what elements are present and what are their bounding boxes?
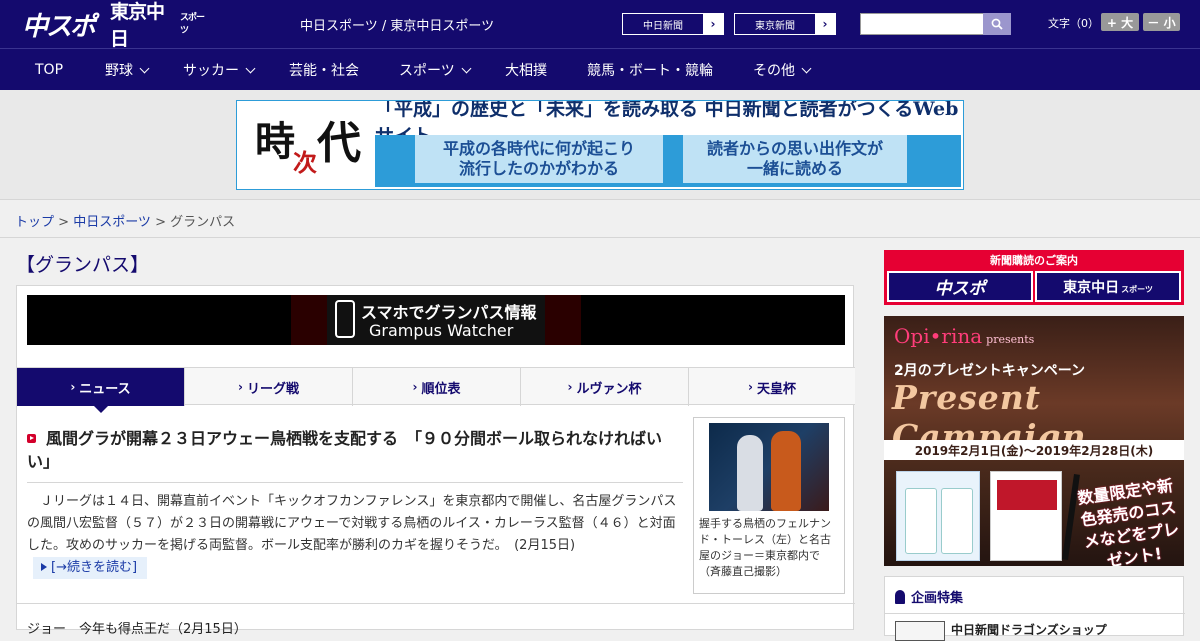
- chevron-right-icon: ›: [748, 380, 753, 394]
- banner-box-history: 平成の各時代に何が起こり 流行したのかがわかる: [415, 135, 663, 183]
- feature-title: 企画特集: [895, 587, 963, 606]
- pin-icon: [895, 589, 905, 604]
- jidai-logo: 時 次 代: [237, 101, 375, 189]
- play-icon: [41, 563, 47, 571]
- nav-item-baseball[interactable]: 野球: [105, 49, 150, 91]
- ad-product-bottles: [896, 471, 980, 561]
- article-photo[interactable]: [709, 423, 829, 511]
- search-input[interactable]: [860, 13, 984, 35]
- chuspo-logo[interactable]: 中スポ: [22, 8, 102, 42]
- nav-item-top[interactable]: TOP: [35, 49, 63, 91]
- promo-line1: スマホでグランパス情報: [361, 303, 537, 322]
- present-campaign-ad[interactable]: Opi•rina presents 2月のプレゼントキャンペーン Present …: [884, 316, 1184, 566]
- chevron-right-icon: ›: [703, 14, 723, 34]
- chevron-down-icon: [801, 63, 812, 73]
- grampus-watcher-banner[interactable]: スマホでグランパス情報 Grampus Watcher: [27, 295, 845, 345]
- jidai-banner[interactable]: 時 次 代 「平成」の歴史と「未来」を読み取る 中日新聞と読者がつくるWebサイ…: [236, 100, 964, 190]
- ad-product-tattoo: [990, 471, 1062, 561]
- ad-dates: 2019年2月1日(金)～2019年2月28日(木): [884, 440, 1184, 460]
- nav-item-racing[interactable]: 競馬・ボート・競輪: [587, 49, 713, 91]
- nav-item-entertainment[interactable]: 芸能・社会: [289, 49, 359, 91]
- chevron-right-icon: ›: [815, 14, 835, 34]
- subscription-ad[interactable]: 新聞購読のご案内 中スポ 東京中日 スポーツ: [884, 250, 1184, 305]
- top-header: 中スポ 東京中日 スポーツ 中日スポーツ / 東京中日スポーツ 中日新聞 › 東京…: [0, 0, 1200, 50]
- nav-item-sumo[interactable]: 大相撲: [505, 49, 547, 91]
- nav-item-other[interactable]: その他: [753, 49, 812, 91]
- chevron-down-icon: [245, 63, 256, 73]
- site-title[interactable]: 中日スポーツ / 東京中日スポーツ: [300, 15, 494, 34]
- search-icon: [991, 18, 1003, 30]
- play-marker-icon: [27, 434, 36, 443]
- promo-center: スマホでグランパス情報 Grampus Watcher: [291, 295, 581, 345]
- promo-line2: Grampus Watcher: [369, 321, 514, 340]
- breadcrumb-top-link[interactable]: トップ: [15, 215, 54, 230]
- breadcrumb: トップ > 中日スポーツ > グランパス: [15, 215, 236, 230]
- tab-league[interactable]: › リーグ戦: [185, 368, 353, 406]
- tab-standings[interactable]: › 順位表: [353, 368, 521, 406]
- font-size-label: 文字（0）: [1048, 17, 1099, 30]
- tab-emperors-cup[interactable]: › 天皇杯: [689, 368, 855, 406]
- chevron-down-icon: [139, 63, 150, 73]
- divider: [27, 482, 683, 483]
- ad-limited-text: 数量限定や新色発売のコスメなどをプレゼント!: [1076, 475, 1181, 566]
- subscription-heading: 新聞購読のご案内: [990, 253, 1078, 267]
- search-button[interactable]: [983, 13, 1011, 35]
- divider: [17, 603, 855, 604]
- smartphone-icon: [335, 300, 355, 338]
- banner-area: 時 次 代 「平成」の歴史と「未来」を読み取る 中日新聞と読者がつくるWebサイ…: [0, 90, 1200, 200]
- category-tabs: › ニュース › リーグ戦 › 順位表 › ルヴァン杯 › 天皇杯: [17, 367, 855, 413]
- chevron-right-icon: ›: [70, 380, 76, 394]
- photo-person-left: [737, 435, 763, 511]
- article-title[interactable]: 風間グラが開幕２３日アウェー鳥栖戦を支配する 「９０分間ボール取られなければいい…: [27, 427, 683, 473]
- next-article-link[interactable]: ジョー 今年も得点王だ（2月15日）: [27, 618, 247, 637]
- photo-person-right: [771, 431, 801, 511]
- breadcrumb-current: グランパス: [170, 215, 236, 230]
- font-smaller-button[interactable]: － 小: [1143, 13, 1180, 31]
- page-title: 【グランパス】: [16, 254, 150, 276]
- tab-levain-cup[interactable]: › ルヴァン杯: [521, 368, 689, 406]
- ad-brand: Opi•rina presents: [894, 324, 1035, 348]
- subscribe-tokyo-chunichi[interactable]: 東京中日 スポーツ: [1035, 271, 1181, 302]
- tokyo-chunichi-logo[interactable]: 東京中日 スポーツ: [110, 1, 210, 50]
- breadcrumb-bar: トップ > 中日スポーツ > グランパス: [0, 200, 1200, 238]
- chevron-right-icon: ›: [238, 380, 243, 394]
- article-photo-box: 握手する鳥栖のフェルナンド・トーレス（左）と名古屋のジョー＝東京都内で（斉藤直己…: [693, 417, 845, 594]
- breadcrumb-chunichi-link[interactable]: 中日スポーツ: [73, 215, 151, 230]
- chunichi-shimbun-link[interactable]: 中日新聞 ›: [622, 13, 724, 35]
- main-nav: TOP 野球 サッカー 芸能・社会 スポーツ 大相撲 競馬・ボート・競輪 その他: [0, 48, 1200, 90]
- font-bigger-button[interactable]: + 大: [1101, 13, 1139, 31]
- feature-box: 企画特集 中日新聞ドラゴンズショップ: [884, 576, 1185, 641]
- tab-news[interactable]: › ニュース: [17, 368, 185, 413]
- feature-thumbnail[interactable]: [895, 621, 945, 641]
- banner-box-essays: 読者からの思い出作文が 一緒に読める: [683, 135, 907, 183]
- main-panel: スマホでグランパス情報 Grampus Watcher › ニュース › リーグ戦 …: [16, 285, 855, 637]
- tokyo-shimbun-link[interactable]: 東京新聞 ›: [734, 13, 836, 35]
- nav-item-sports[interactable]: スポーツ: [399, 49, 472, 91]
- read-more-link[interactable]: [→続きを読む]: [33, 557, 148, 579]
- article-summary: Ｊリーグは１４日、開幕直前イベント「キックオフカンファレンス」を東京都内で開催し…: [27, 491, 683, 579]
- banner-headline: 「平成」の歴史と「未来」を読み取る 中日新聞と読者がつくるWebサイト: [375, 100, 959, 147]
- chevron-right-icon: ›: [412, 380, 418, 394]
- subscribe-chuspo[interactable]: 中スポ: [887, 271, 1033, 302]
- divider: [885, 613, 1185, 614]
- nav-item-soccer[interactable]: サッカー: [183, 49, 256, 91]
- chevron-down-icon: [461, 63, 472, 73]
- chevron-right-icon: ›: [567, 380, 573, 394]
- ad-campaign: 2月のプレゼントキャンペーン: [894, 363, 1086, 379]
- photo-caption: 握手する鳥栖のフェルナンド・トーレス（左）と名古屋のジョー＝東京都内で（斉藤直己…: [699, 517, 831, 578]
